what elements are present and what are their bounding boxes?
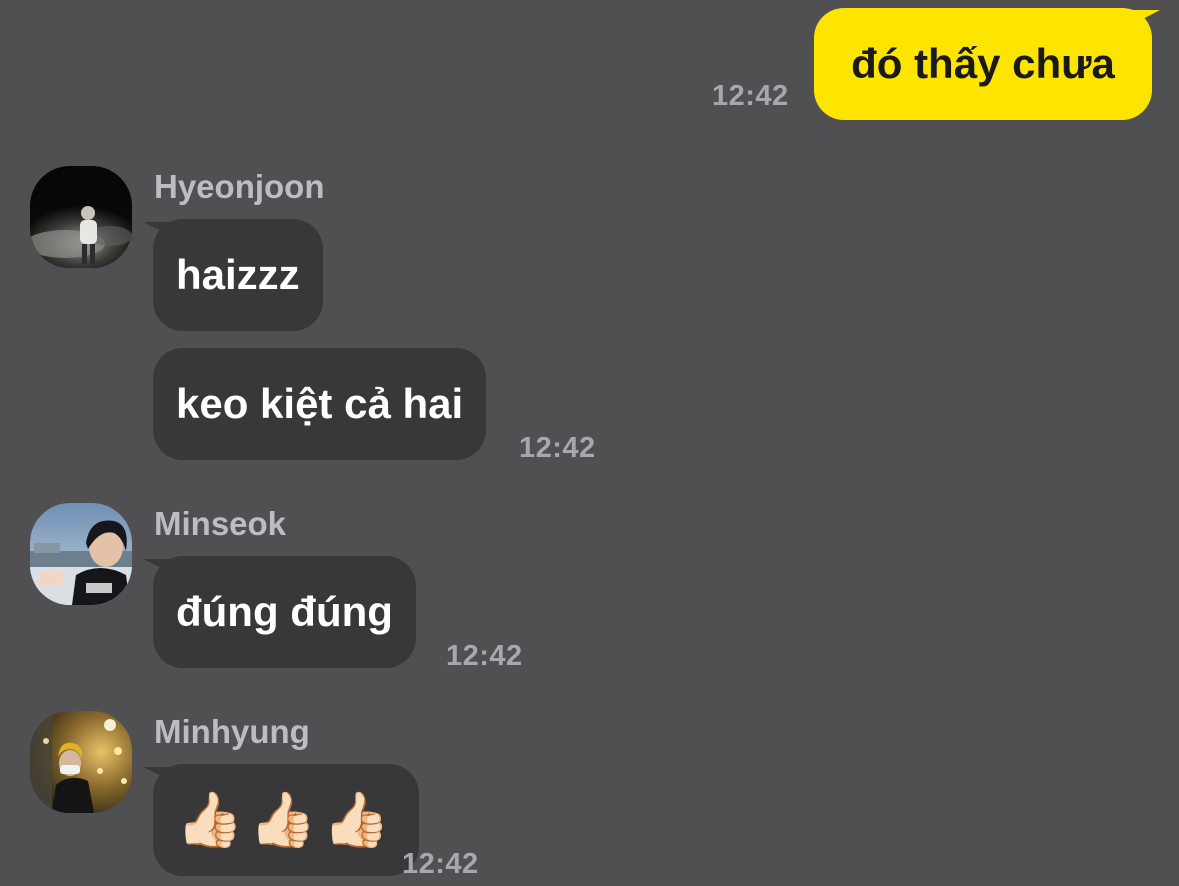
sender-name: Minseok (154, 505, 287, 542)
incoming-message-bubble[interactable]: haizzz (153, 219, 323, 331)
person-night-photo-avatar-icon (30, 166, 132, 268)
person-sea-photo-avatar-icon (30, 503, 132, 605)
incoming-message-bubble[interactable]: 👍🏻👍🏻👍🏻 (153, 764, 419, 876)
thumbs-up-emoji: 👍🏻👍🏻👍🏻 (176, 788, 396, 851)
message-time: 12:42 (519, 432, 596, 464)
chat-transcript: 12:42 đó thấy chưa Hyeonjoon haizzz keo … (0, 0, 1179, 886)
message-time: 12:42 (712, 80, 789, 112)
sender-name: Hyeonjoon (154, 168, 325, 205)
avatar[interactable] (30, 711, 132, 813)
avatar[interactable] (30, 503, 132, 605)
outgoing-message-bubble[interactable]: đó thấy chưa (814, 8, 1152, 120)
incoming-message-bubble[interactable]: đúng đúng (153, 556, 416, 668)
person-lights-photo-avatar-icon (30, 711, 132, 813)
message-time: 12:42 (446, 640, 523, 672)
message-time: 12:42 (402, 848, 479, 880)
incoming-message-bubble[interactable]: keo kiệt cả hai (153, 348, 487, 460)
sender-name: Minhyung (154, 713, 310, 750)
avatar[interactable] (30, 166, 132, 268)
